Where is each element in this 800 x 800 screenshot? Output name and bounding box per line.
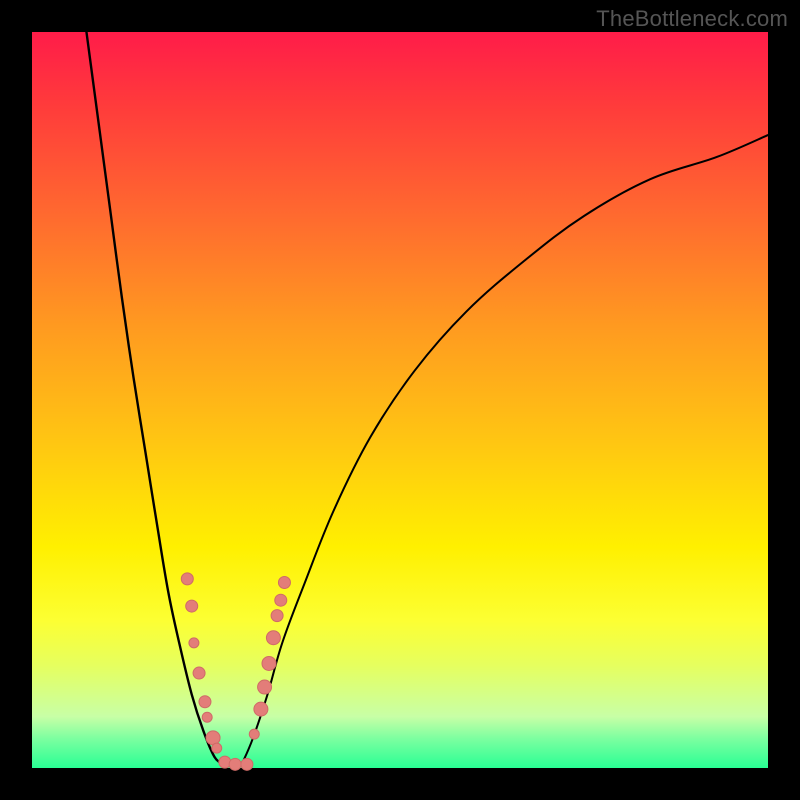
- left-curve: [86, 32, 223, 764]
- marker-point: [193, 667, 205, 679]
- marker-point: [241, 758, 253, 770]
- marker-point: [266, 631, 280, 645]
- watermark-text: TheBottleneck.com: [596, 6, 788, 32]
- right-curve: [242, 135, 768, 764]
- marker-point: [249, 729, 259, 739]
- marker-point: [199, 696, 211, 708]
- chart-svg: [32, 32, 768, 768]
- gradient-plot-area: [32, 32, 768, 768]
- marker-point: [262, 656, 276, 670]
- marker-point: [206, 731, 220, 745]
- marker-point: [258, 680, 272, 694]
- marker-point: [271, 610, 283, 622]
- marker-point: [278, 577, 290, 589]
- marker-point: [229, 758, 241, 770]
- marker-point: [186, 600, 198, 612]
- marker-point: [181, 573, 193, 585]
- marker-point: [212, 743, 222, 753]
- outer-frame: TheBottleneck.com: [0, 0, 800, 800]
- marker-point: [254, 702, 268, 716]
- marker-point: [189, 638, 199, 648]
- marker-point: [275, 594, 287, 606]
- marker-point: [202, 712, 212, 722]
